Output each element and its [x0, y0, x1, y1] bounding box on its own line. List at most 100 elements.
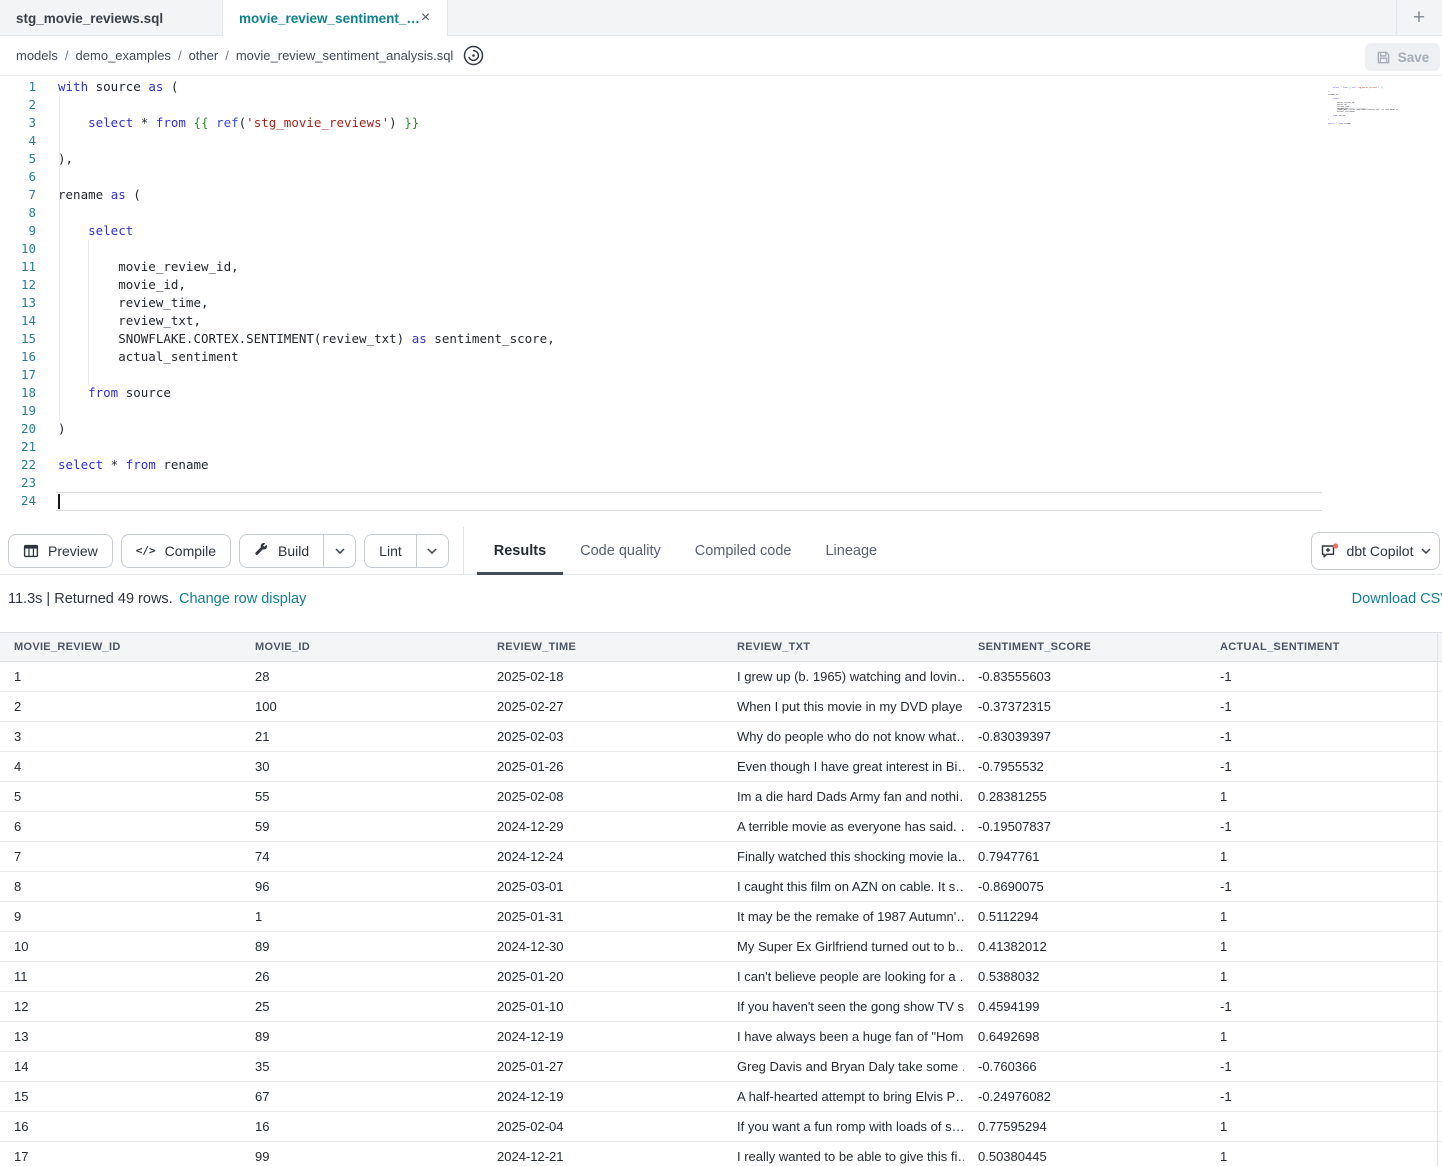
table-cell: 1 [0, 669, 241, 684]
table-cell: 17 [0, 1149, 241, 1164]
cell-value: 0.5388032 [978, 969, 1039, 984]
code-editor[interactable]: 123456789101112131415161718192021222324 … [0, 76, 1442, 527]
chevron-down-icon [427, 548, 437, 554]
results-tab-code-quality[interactable]: Code quality [563, 527, 678, 575]
table-cell: 21 [241, 729, 483, 744]
results-tab-lineage[interactable]: Lineage [808, 527, 894, 575]
table-cell: 26 [241, 969, 483, 984]
table-cell: 1 [241, 909, 483, 924]
new-tab-button[interactable]: + [1402, 0, 1436, 36]
table-cell: 2024-12-19 [483, 1029, 723, 1044]
table-cell: -0.7955532 [964, 759, 1206, 774]
table-edge-divider [1437, 632, 1438, 1166]
table-cell: -1 [1206, 1059, 1428, 1074]
tabbar-separator [1396, 0, 1397, 35]
table-cell: 1 [1206, 1149, 1428, 1164]
cell-value: 74 [255, 849, 269, 864]
code-line [58, 204, 1322, 222]
build-button-group: Build [239, 534, 356, 568]
table-cell: 30 [241, 759, 483, 774]
cell-value: 4 [14, 759, 21, 774]
cell-value: If you haven't seen the gong show TV s… [737, 999, 964, 1014]
cell-value: 7 [14, 849, 21, 864]
build-dropdown-button[interactable] [323, 535, 355, 567]
table-cell: -0.83555603 [964, 669, 1206, 684]
cell-value: I grew up (b. 1965) watching and lovin… [737, 669, 964, 684]
table-cell: Greg Davis and Bryan Daly take some … [723, 1059, 964, 1074]
cell-value: 2025-01-26 [497, 759, 564, 774]
code-line [58, 366, 1322, 384]
table-row: 4302025-01-26Even though I have great in… [0, 752, 1442, 782]
code-line: movie_review_id, [58, 258, 1322, 276]
cell-value: 0.4594199 [978, 999, 1039, 1014]
save-button[interactable]: Save [1365, 43, 1440, 71]
lint-dropdown-button[interactable] [416, 535, 448, 567]
code-line: review_time, [58, 294, 1322, 312]
table-row: 17992024-12-21I really wanted to be able… [0, 1142, 1442, 1166]
cell-value: 1 [14, 669, 21, 684]
breadcrumb-item[interactable]: other [189, 48, 219, 63]
breadcrumb-item[interactable]: demo_examples [76, 48, 171, 63]
table-cell: 5 [0, 789, 241, 804]
table-cell: -0.760366 [964, 1059, 1206, 1074]
table-cell: 2025-03-01 [483, 879, 723, 894]
line-number: 11 [0, 258, 36, 276]
tab-label: stg_movie_reviews.sql [16, 11, 163, 26]
cell-value: 1 [255, 909, 262, 924]
compile-button[interactable]: </> Compile [121, 534, 231, 568]
table-cell: If you haven't seen the gong show TV s… [723, 999, 964, 1014]
table-cell: -0.8690075 [964, 879, 1206, 894]
tab-movie-review-sentiment-analysis[interactable]: movie_review_sentiment_… × [223, 0, 448, 36]
table-cell: 2025-01-31 [483, 909, 723, 924]
download-csv-link[interactable]: Download CSV [1352, 591, 1442, 607]
code-line [58, 96, 1322, 114]
table-cell: 4 [0, 759, 241, 774]
cell-value: 2025-01-10 [497, 999, 564, 1014]
change-row-display-link[interactable]: Change row display [179, 591, 306, 607]
line-number-gutter: 123456789101112131415161718192021222324 [0, 78, 36, 510]
table-cell: -1 [1206, 669, 1428, 684]
column-header: ACTUAL_SENTIMENT [1206, 641, 1428, 653]
cell-value: 89 [255, 939, 269, 954]
preview-button[interactable]: Preview [8, 534, 113, 568]
cell-value: 10 [14, 939, 28, 954]
table-cell: 100 [241, 699, 483, 714]
cell-value: 2025-01-31 [497, 909, 564, 924]
dbt-copilot-button[interactable]: dbt Copilot [1311, 532, 1440, 570]
cell-value: 11 [14, 969, 28, 984]
cell-value: 0.77595294 [978, 1119, 1047, 1134]
lint-button[interactable]: Lint [365, 535, 416, 567]
code-line: actual_sentiment [58, 348, 1322, 366]
table-cell: I caught this film on AZN on cable. It s… [723, 879, 964, 894]
breadcrumb-item[interactable]: models [16, 48, 58, 63]
table-cell: -0.83039397 [964, 729, 1206, 744]
cell-value: 2024-12-30 [497, 939, 564, 954]
cell-value: -1 [1220, 999, 1232, 1014]
table-row: 16162025-02-04If you want a fun romp wit… [0, 1112, 1442, 1142]
table-cell: 1 [1206, 909, 1428, 924]
cell-value: 1 [1220, 1029, 1227, 1044]
build-button[interactable]: Build [240, 535, 323, 567]
table-cell: 89 [241, 1029, 483, 1044]
cell-value: 1 [1220, 969, 1227, 984]
table-cell: 2025-01-27 [483, 1059, 723, 1074]
line-number: 12 [0, 276, 36, 294]
tabbar-divider [0, 35, 1442, 36]
code-content: with source as ( select * from {{ ref('s… [58, 78, 1322, 510]
table-cell: 1 [1206, 1119, 1428, 1134]
close-tab-icon[interactable]: × [420, 10, 431, 26]
cell-value: 67 [255, 1089, 269, 1104]
wrench-icon [254, 543, 269, 558]
cell-value: 2024-12-24 [497, 849, 564, 864]
cell-value: 26 [255, 969, 269, 984]
code-line: select * from {{ ref('stg_movie_reviews'… [58, 114, 1322, 132]
tab-stg-movie-reviews[interactable]: stg_movie_reviews.sql [0, 0, 223, 36]
results-tab-compiled-code[interactable]: Compiled code [678, 527, 809, 575]
results-tab-results[interactable]: Results [477, 527, 563, 575]
minimap[interactable]: with source as ( select * from {{ ref('s… [1328, 84, 1398, 129]
cell-value: 6 [14, 819, 21, 834]
table-cell: 74 [241, 849, 483, 864]
copilot-badge-icon[interactable] [463, 45, 484, 66]
cell-value: 35 [255, 1059, 269, 1074]
cell-value: -0.83039397 [978, 729, 1051, 744]
